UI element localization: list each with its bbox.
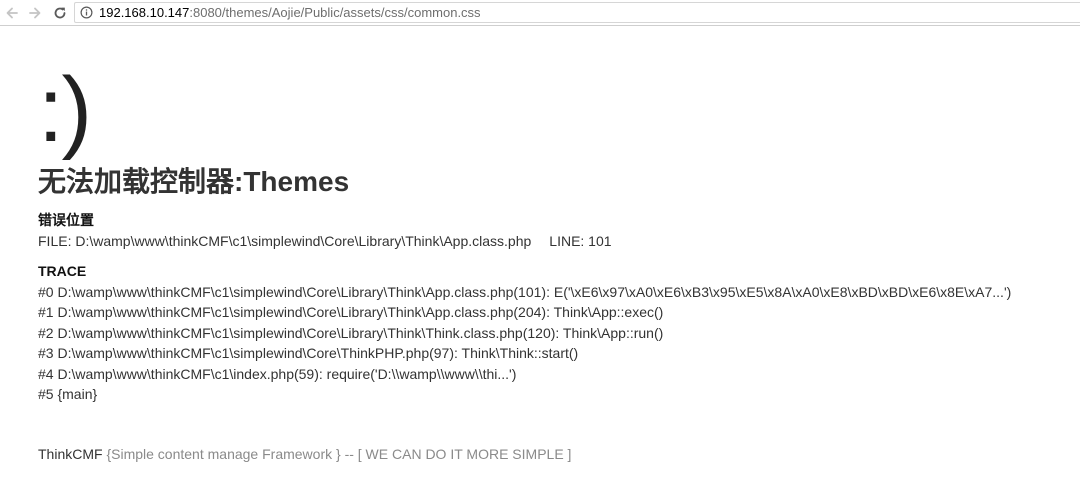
trace-list: #0 D:\wamp\www\thinkCMF\c1\simplewind\Co… <box>38 282 1011 404</box>
footer-slogan: {Simple content manage Framework } -- [ … <box>102 446 572 462</box>
error-title: 无法加载控制器:Themes <box>38 166 350 197</box>
trace-line: #3 D:\wamp\www\thinkCMF\c1\simplewind\Co… <box>38 345 579 362</box>
trace-line: #0 D:\wamp\www\thinkCMF\c1\simplewind\Co… <box>38 284 1012 300</box>
forward-arrow-icon <box>29 7 41 19</box>
back-arrow-icon <box>6 7 18 19</box>
trace-line: #4 D:\wamp\www\thinkCMF\c1\index.php(59)… <box>38 365 517 382</box>
trace-heading: TRACE <box>38 263 87 279</box>
url-host: 192.168.10.147 <box>99 5 190 20</box>
reload-icon <box>54 7 66 19</box>
trace-line: #5 {main} <box>38 385 98 402</box>
trace-line: #1 D:\wamp\www\thinkCMF\c1\simplewind\Co… <box>38 304 664 321</box>
url-path: :8080/themes/Aojie/Public/assets/css/com… <box>189 5 481 20</box>
footer-brand: ThinkCMF <box>38 446 103 462</box>
error-file-path: FILE: D:\wamp\www\thinkCMF\c1\simplewind… <box>38 233 532 249</box>
browser-toolbar: 192.168.10.147:8080/themes/Aojie/Public/… <box>0 0 1080 26</box>
trace-line: #2 D:\wamp\www\thinkCMF\c1\simplewind\Co… <box>38 324 664 341</box>
address-bar[interactable]: 192.168.10.147:8080/themes/Aojie/Public/… <box>74 2 1080 23</box>
forward-button[interactable] <box>25 3 45 23</box>
page-footer: ThinkCMF {Simple content manage Framewor… <box>38 445 571 463</box>
url-text[interactable]: 192.168.10.147:8080/themes/Aojie/Public/… <box>99 5 481 21</box>
error-file-line: FILE: D:\wamp\www\thinkCMF\c1\simplewind… <box>38 232 612 250</box>
back-button[interactable] <box>2 3 22 23</box>
reload-button[interactable] <box>50 3 70 23</box>
error-line-number: LINE: 101 <box>549 233 612 249</box>
smiley-face: :) <box>38 59 92 161</box>
error-location-heading: 错误位置 <box>38 212 94 228</box>
info-icon[interactable] <box>80 6 93 19</box>
